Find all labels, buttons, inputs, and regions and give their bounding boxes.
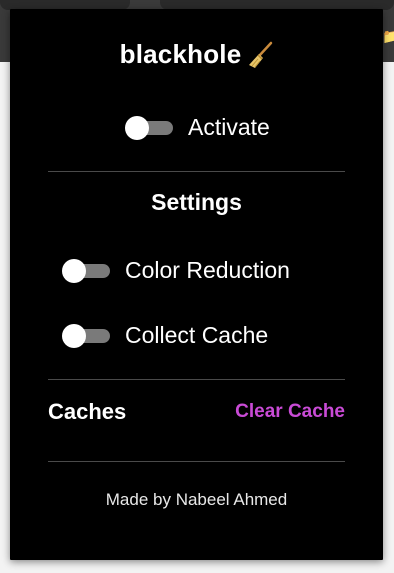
divider [48,379,345,380]
folder-icon[interactable]: 📁 [382,30,394,44]
app-title: blackhole [119,39,242,69]
caches-label: Caches [48,399,127,424]
divider [48,171,345,172]
toggle-knob [125,115,149,140]
toggle-knob [62,258,86,283]
clear-cache-button[interactable]: Clear Cache [235,401,345,423]
color-reduction-row: Color Reduction [62,257,290,284]
activate-row: Activate [125,114,270,141]
title-row: blackhole [10,39,383,70]
broom-icon [247,41,273,69]
collect-cache-toggle[interactable] [62,323,110,348]
divider [48,461,345,462]
collect-cache-label: Collect Cache [125,322,269,348]
color-reduction-label: Color Reduction [125,257,290,283]
extension-popup: blackhole Activate Settings Color Reduct… [10,9,383,560]
toggle-knob [62,323,86,348]
activate-label: Activate [188,114,270,140]
color-reduction-toggle[interactable] [62,258,110,283]
settings-heading: Settings [151,189,242,215]
collect-cache-row: Collect Cache [62,322,268,349]
activate-toggle[interactable] [125,115,173,140]
footer-credit: Made by Nabeel Ahmed [105,490,288,509]
